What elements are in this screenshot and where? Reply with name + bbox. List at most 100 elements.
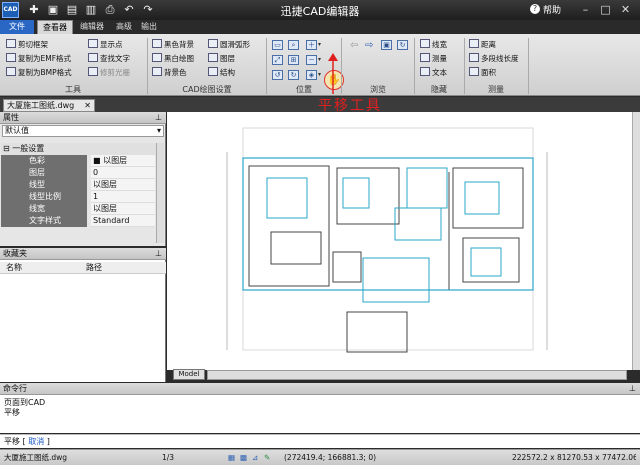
- show-points-label: 显示点: [100, 40, 123, 49]
- hide-group-label: 隐藏: [431, 85, 447, 94]
- collapse-icon[interactable]: ⊟: [3, 144, 10, 153]
- tab-viewer[interactable]: 查看器: [37, 20, 73, 34]
- status-coordinates: (272419.4; 166881.3; 0): [284, 453, 377, 462]
- property-value[interactable]: 1: [91, 191, 155, 203]
- text-toggle-icon: [420, 67, 430, 76]
- property-group[interactable]: ⊟ 一般设置: [1, 143, 157, 155]
- favorites-columns: 名称 路径: [0, 262, 166, 274]
- trim-raster-button[interactable]: 修剪光栅: [88, 67, 130, 79]
- black-background-button[interactable]: 黑色背景: [152, 39, 194, 51]
- forward-arrow-icon[interactable]: ⇨: [365, 40, 373, 51]
- copy-emf-button[interactable]: 复制为EMF格式: [6, 53, 71, 65]
- rotate-right-icon[interactable]: ↻: [288, 70, 299, 80]
- distance-icon: [469, 39, 479, 48]
- property-value[interactable]: 以图层: [91, 179, 155, 191]
- edit-icon[interactable]: ✎: [264, 450, 270, 465]
- line-width-icon: [420, 39, 430, 48]
- show-points-button[interactable]: 显示点: [88, 39, 123, 51]
- property-name: 线型: [1, 179, 87, 191]
- minimize-icon[interactable]: –: [578, 2, 593, 17]
- find-text-button[interactable]: 查找文字: [88, 53, 130, 65]
- line-width-button[interactable]: 线宽: [420, 39, 447, 51]
- measure-toggle-button[interactable]: 测量: [420, 53, 447, 65]
- help-button[interactable]: 帮助: [543, 3, 561, 16]
- pin-icon[interactable]: ⊥: [155, 248, 162, 260]
- property-row[interactable]: 色彩 ■ 以图层: [1, 155, 155, 167]
- layers-button[interactable]: 图层: [208, 53, 235, 65]
- property-value[interactable]: ■ 以图层: [91, 155, 155, 167]
- area-button[interactable]: 面积: [469, 67, 496, 79]
- path-column-header[interactable]: 路径: [86, 262, 102, 274]
- bw-drawing-button[interactable]: 黑白绘图: [152, 53, 194, 65]
- properties-panel: 属性 ⊥ 默认值 ▾ ⊟ 一般设置 色彩 ■ 以图层 图层 0 线型 以图层 线型比例…: [0, 112, 166, 246]
- clip-frame-icon: [6, 39, 16, 48]
- property-row[interactable]: 线型比例 1: [1, 191, 155, 203]
- view-3d-icon[interactable]: ◈: [306, 70, 317, 80]
- property-row[interactable]: 线型 以图层: [1, 179, 155, 191]
- chevron-down-icon[interactable]: ▾: [157, 126, 161, 136]
- smooth-arc-icon: [208, 39, 218, 48]
- polyline-length-button[interactable]: 多段线长度: [469, 53, 519, 65]
- zoom-extents-icon[interactable]: ⊞: [288, 55, 299, 65]
- zoom-out-icon[interactable]: －: [306, 55, 317, 65]
- close-icon[interactable]: ✕: [618, 2, 633, 17]
- close-tab-icon[interactable]: ✕: [84, 100, 91, 111]
- pin-icon[interactable]: ⊥: [155, 112, 162, 124]
- horizontal-scrollbar[interactable]: [207, 370, 627, 380]
- drawing-canvas[interactable]: [167, 112, 640, 370]
- back-arrow-icon[interactable]: ⇦: [350, 40, 358, 51]
- snap-icon[interactable]: ▦: [228, 450, 235, 465]
- smooth-arc-button[interactable]: 圆滑弧形: [208, 39, 250, 51]
- distance-button[interactable]: 距离: [469, 39, 496, 51]
- text-toggle-label: 文本: [432, 68, 447, 77]
- tab-file[interactable]: 文件: [0, 20, 34, 34]
- status-drawing-size: 222572.2 x 81270.53 x 77472.06: [512, 453, 636, 462]
- help-icon[interactable]: ?: [530, 4, 540, 14]
- property-value[interactable]: 以图层: [91, 203, 155, 215]
- polyline-length-icon: [469, 53, 479, 62]
- command-log: 页面到CAD 平移: [0, 395, 640, 433]
- background-color-icon: [152, 67, 162, 76]
- property-row[interactable]: 文字样式 Standard: [1, 215, 155, 227]
- browse-file-icon[interactable]: ▣: [381, 40, 392, 50]
- command-input[interactable]: 平移 [ 取消 ]: [0, 434, 640, 448]
- fit-page-icon[interactable]: ⤢: [272, 55, 283, 65]
- browse-refresh-icon[interactable]: ↻: [397, 40, 408, 50]
- favorites-header: 收藏夹 ⊥: [0, 248, 166, 260]
- tab-editor[interactable]: 编辑器: [75, 20, 109, 34]
- copy-bmp-button[interactable]: 复制为BMP格式: [6, 67, 72, 79]
- group-divider: [266, 38, 267, 94]
- name-column-header[interactable]: 名称: [6, 262, 22, 274]
- structure-button[interactable]: 结构: [208, 67, 235, 79]
- background-color-button[interactable]: 背景色: [152, 67, 187, 79]
- zoom-window-icon[interactable]: ⌕: [288, 40, 299, 50]
- trim-raster-icon: [88, 67, 98, 76]
- rotate-left-icon[interactable]: ↺: [272, 70, 283, 80]
- cancel-link[interactable]: 取消: [28, 437, 44, 446]
- zoom-in-icon[interactable]: ＋: [306, 40, 317, 50]
- black-background-icon: [152, 39, 162, 48]
- ortho-icon[interactable]: ⊿: [252, 450, 258, 465]
- clip-frame-button[interactable]: 剪切框架: [6, 39, 48, 51]
- vertical-scrollbar[interactable]: [632, 112, 640, 370]
- text-toggle-button[interactable]: 文本: [420, 67, 447, 79]
- property-row[interactable]: 图层 0: [1, 167, 155, 179]
- maximize-icon[interactable]: □: [598, 2, 613, 17]
- find-text-icon: [88, 53, 98, 62]
- copy-bmp-icon: [6, 67, 16, 76]
- tab-output[interactable]: 输出: [136, 20, 162, 34]
- pin-icon[interactable]: ⊥: [629, 383, 636, 395]
- model-tab[interactable]: Model: [173, 369, 205, 380]
- zoom-dropdown-icon[interactable]: ▾: [318, 41, 321, 48]
- clip-frame-label: 剪切框架: [18, 40, 48, 49]
- property-value[interactable]: 0: [91, 167, 155, 179]
- black-background-label: 黑色背景: [164, 40, 194, 49]
- tab-advanced[interactable]: 高级: [111, 20, 137, 34]
- properties-scrollbar[interactable]: [156, 143, 164, 243]
- property-row[interactable]: 线宽 以图层: [1, 203, 155, 215]
- document-tab[interactable]: 大厦施工图纸.dwg ✕: [3, 99, 95, 112]
- property-value[interactable]: Standard: [91, 215, 155, 227]
- zoom-rect-icon[interactable]: ▭: [272, 40, 283, 50]
- defaults-select[interactable]: 默认值 ▾: [2, 125, 164, 137]
- grid-icon[interactable]: ▩: [240, 450, 247, 465]
